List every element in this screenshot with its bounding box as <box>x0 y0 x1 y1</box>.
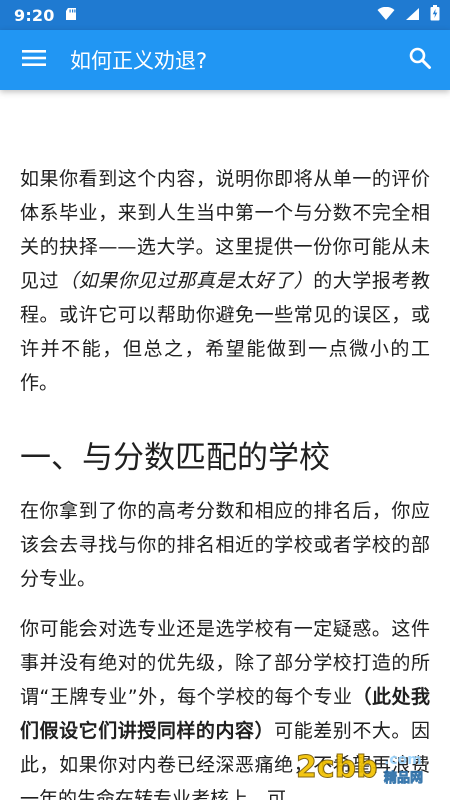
status-right <box>377 5 440 25</box>
search-button[interactable] <box>390 30 450 90</box>
intro-paragraph: 如果你看到这个内容，说明你即将从单一的评价体系毕业，来到人生当中第一个与分数不完… <box>20 162 430 400</box>
app-bar: 如何正义劝退? <box>0 30 450 90</box>
signal-icon <box>405 6 420 25</box>
section-heading: 一、与分数匹配的学校 <box>20 440 330 476</box>
status-bar: 9:20 <box>0 0 450 30</box>
sd-card-icon <box>65 6 79 25</box>
status-time: 9:20 <box>14 5 55 25</box>
status-left: 9:20 <box>14 6 79 25</box>
article-content[interactable]: 如果你看到这个内容，说明你即将从单一的评价体系毕业，来到人生当中第一个与分数不完… <box>0 90 450 800</box>
section-paragraph-2: 你可能会对选专业还是选学校有一定疑惑。这件事并没有绝对的优先级，除了部分学校打造… <box>20 612 430 800</box>
page-title: 如何正义劝退? <box>70 49 208 73</box>
intro-italic-text: （如果你见过那真是太好了） <box>59 270 314 292</box>
battery-icon <box>430 5 440 25</box>
menu-button[interactable] <box>0 30 68 90</box>
search-icon <box>408 46 432 74</box>
section-paragraph-1: 在你拿到了你的高考分数和相应的排名后，你应该会去寻找与你的排名相近的学校或者学校… <box>20 500 430 590</box>
wifi-icon <box>377 6 395 25</box>
hamburger-menu-icon <box>22 49 46 71</box>
